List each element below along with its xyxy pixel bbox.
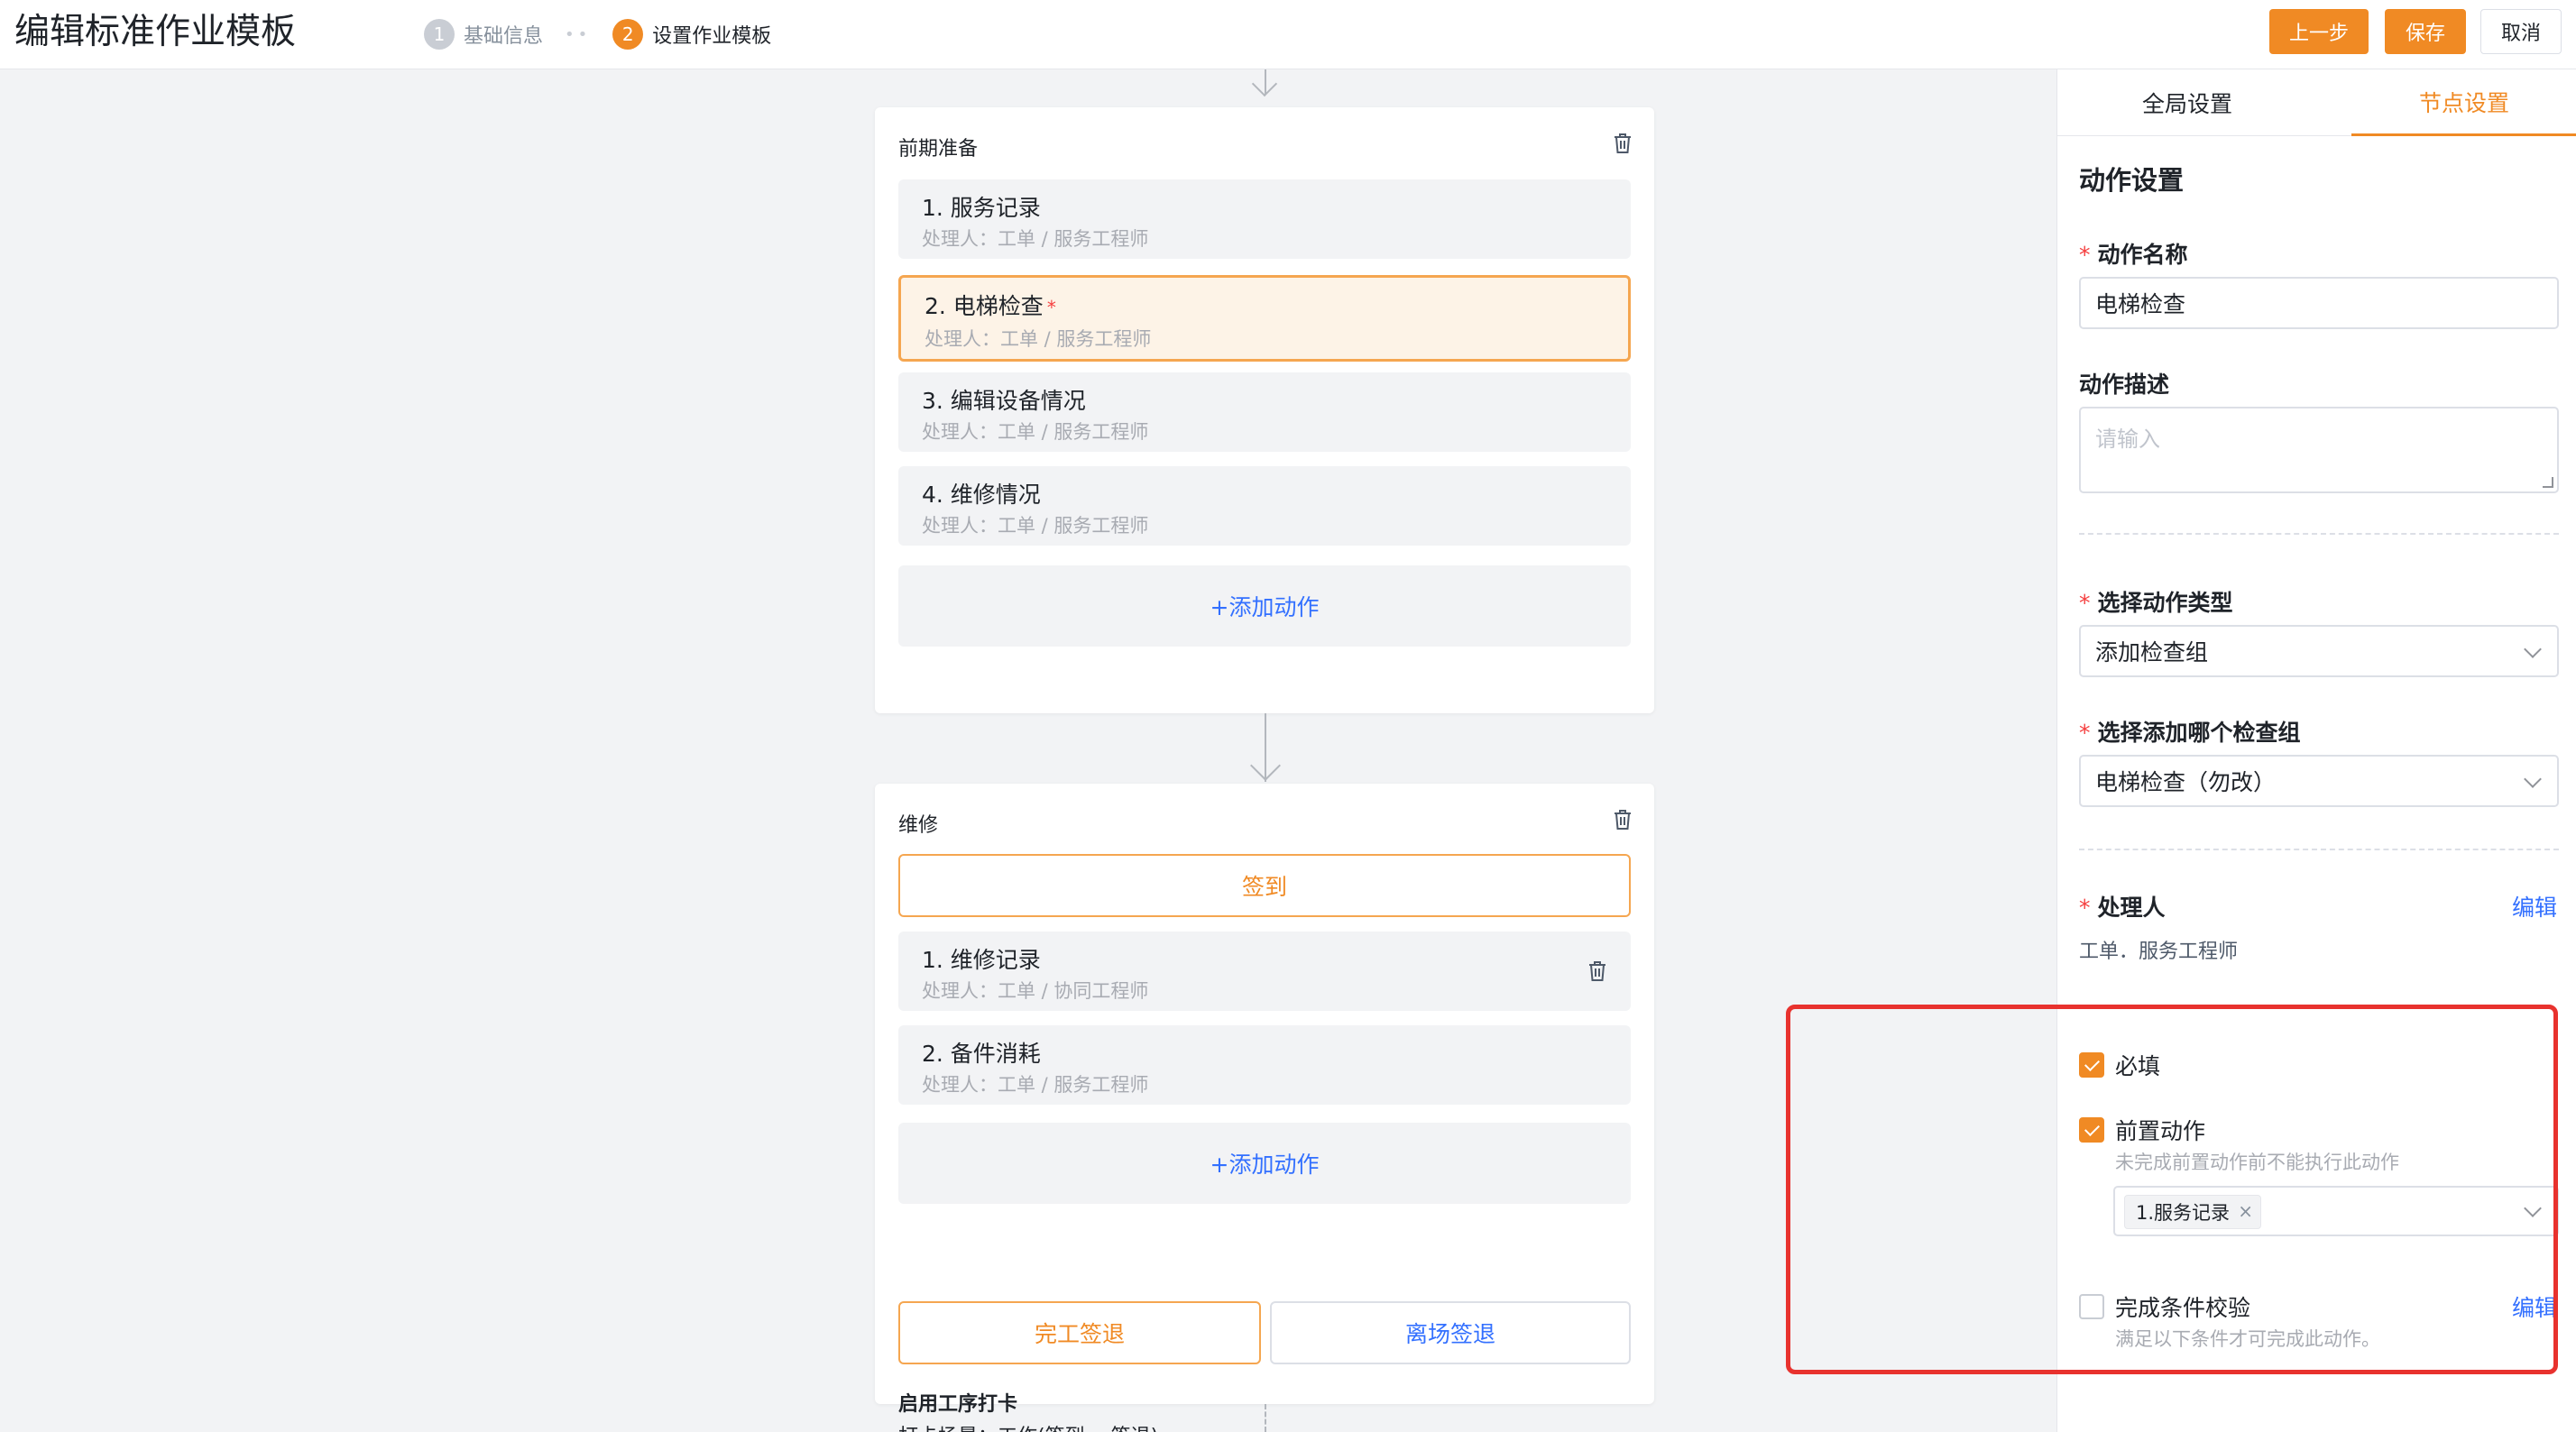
clock-in-scene: 打卡场景：工作(签到 、签退): [898, 1420, 1158, 1432]
resize-grip-icon[interactable]: [2543, 477, 2553, 488]
step-basic-info[interactable]: 1 基础信息: [424, 19, 543, 50]
action-item[interactable]: 3. 编辑设备情况 处理人：工单 / 服务工程师: [898, 372, 1631, 452]
step-separator: ••: [565, 24, 592, 44]
step-label: 设置作业模板: [652, 25, 772, 48]
trash-icon[interactable]: [1587, 960, 1607, 982]
action-handler: 处理人：工单 / 协同工程师: [922, 980, 1149, 1002]
chevron-down-icon: [2524, 640, 2542, 658]
prev-step-button[interactable]: 上一步: [2269, 9, 2369, 54]
finish-signout-button[interactable]: 完工签退: [898, 1301, 1261, 1364]
action-name: 3. 编辑设备情况: [922, 388, 1086, 414]
cancel-button[interactable]: 取消: [2480, 9, 2562, 54]
step-template-settings[interactable]: 2 设置作业模板: [612, 19, 771, 50]
add-action-button[interactable]: +添加动作: [898, 565, 1631, 647]
handler-label: * 处理人: [2079, 895, 2166, 921]
node-title: 前期准备: [898, 138, 979, 161]
action-handler: 处理人：工单 / 服务工程师: [925, 328, 1152, 350]
action-desc-label: 动作描述: [2079, 372, 2170, 398]
arrow-down-icon: [1251, 70, 1278, 97]
arrow-down-icon: [1250, 750, 1281, 781]
step-number: 2: [612, 19, 644, 50]
check-group-select[interactable]: 电梯检查（勿改）: [2079, 755, 2559, 807]
action-type-label: * 选择动作类型: [2079, 590, 2233, 616]
action-item[interactable]: 1. 服务记录 处理人：工单 / 服务工程师: [898, 179, 1631, 259]
step-number: 1: [424, 19, 455, 50]
step-indicator: 1 基础信息 •• 2 设置作业模板: [424, 16, 771, 52]
action-item[interactable]: 2. 备件消耗 处理人：工单 / 服务工程师: [898, 1025, 1631, 1105]
tab-node-settings[interactable]: 节点设置: [2351, 69, 2576, 136]
leave-signout-button[interactable]: 离场签退: [1270, 1301, 1631, 1364]
action-handler: 处理人：工单 / 服务工程师: [922, 515, 1149, 537]
panel-tabs: 全局设置 节点设置: [2057, 69, 2576, 136]
action-item-selected[interactable]: 2. 电梯检查 * 处理人：工单 / 服务工程师: [898, 275, 1631, 362]
chevron-down-icon: [2524, 770, 2542, 788]
step-label: 基础信息: [464, 25, 544, 48]
action-name: 1. 维修记录: [922, 947, 1041, 973]
page-title: 编辑标准作业模板: [14, 12, 297, 52]
action-name-input[interactable]: 电梯检查: [2079, 277, 2559, 329]
action-handler: 处理人：工单 / 服务工程师: [922, 421, 1149, 443]
trash-icon[interactable]: [1613, 809, 1633, 831]
section-divider: [2079, 849, 2559, 850]
required-star: *: [1046, 297, 1056, 318]
check-group-label: * 选择添加哪个检查组: [2079, 720, 2301, 746]
node-card-preparation[interactable]: 前期准备 1. 服务记录 处理人：工单 / 服务工程师 2. 电梯检查 * 处理人…: [875, 107, 1654, 713]
action-type-value: 添加检查组: [2095, 639, 2209, 666]
highlight-annotation: [1786, 1005, 2558, 1374]
action-item[interactable]: 4. 维修情况 处理人：工单 / 服务工程师: [898, 466, 1631, 546]
action-item[interactable]: 1. 维修记录 处理人：工单 / 协同工程师: [898, 932, 1631, 1011]
action-desc-placeholder: 请输入: [2095, 427, 2160, 452]
action-name-text: 2. 电梯检查: [925, 293, 1044, 319]
tab-global-settings[interactable]: 全局设置: [2057, 69, 2317, 136]
node-title: 维修: [898, 814, 939, 837]
action-name: 2. 备件消耗: [922, 1041, 1041, 1067]
section-divider: [2079, 533, 2559, 535]
flow-canvas: 前期准备 1. 服务记录 处理人：工单 / 服务工程师 2. 电梯检查 * 处理人…: [0, 69, 2056, 1432]
signin-button[interactable]: 签到: [898, 854, 1631, 917]
check-group-value: 电梯检查（勿改）: [2095, 769, 2277, 795]
action-name: 2. 电梯检查 *: [925, 289, 1056, 321]
node-card-repair[interactable]: 维修 签到 1. 维修记录 处理人：工单 / 协同工程师 2. 备件消耗 处理人…: [875, 784, 1654, 1432]
save-button[interactable]: 保存: [2385, 9, 2466, 54]
panel-section-title: 动作设置: [2079, 165, 2185, 196]
top-header: 编辑标准作业模板 1 基础信息 •• 2 设置作业模板 上一步 保存 取消: [0, 0, 2576, 69]
action-handler: 处理人：工单 / 服务工程师: [922, 228, 1149, 250]
action-desc-textarea[interactable]: 请输入: [2079, 407, 2559, 493]
action-type-select[interactable]: 添加检查组: [2079, 625, 2559, 677]
add-action-button[interactable]: +添加动作: [898, 1123, 1631, 1204]
action-handler: 处理人：工单 / 服务工程师: [922, 1074, 1149, 1096]
handler-value: 工单．服务工程师: [2079, 941, 2239, 963]
action-name-label: * 动作名称: [2079, 242, 2188, 268]
action-name: 1. 服务记录: [922, 195, 1041, 221]
action-name: 4. 维修情况: [922, 482, 1041, 508]
clock-in-title: 启用工序打卡: [898, 1393, 1018, 1416]
trash-icon[interactable]: [1613, 133, 1633, 154]
handler-edit-link[interactable]: 编辑: [2512, 890, 2557, 923]
flow-connector: [1265, 1404, 1266, 1432]
